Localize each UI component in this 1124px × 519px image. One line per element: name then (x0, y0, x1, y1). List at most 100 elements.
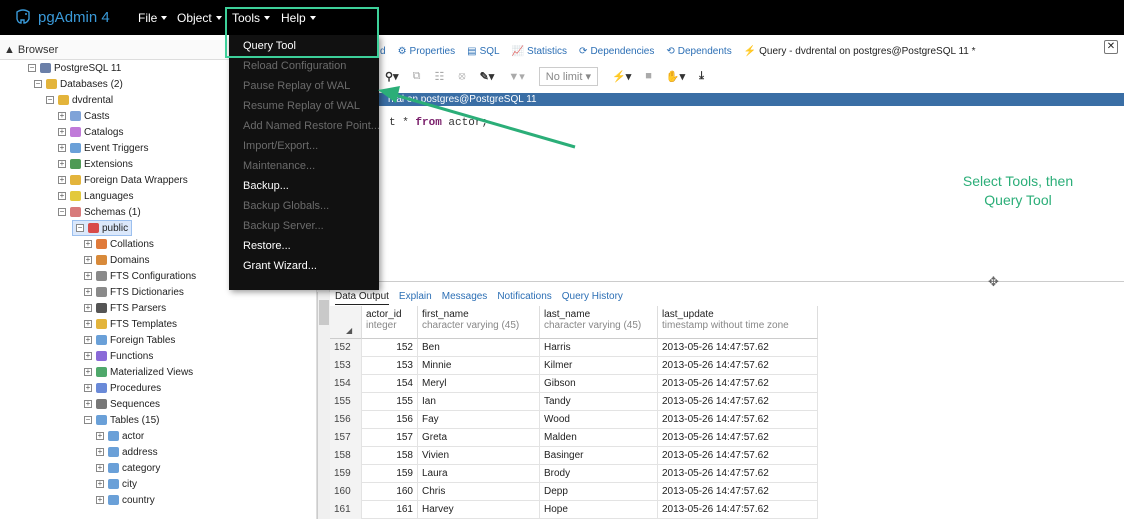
tab-statistics[interactable]: 📈 Statistics (512, 46, 567, 57)
menu-item-backup[interactable]: Backup... (243, 177, 289, 196)
table-cell[interactable]: Tandy (540, 393, 658, 411)
expand-icon[interactable]: + (84, 400, 92, 408)
menu-item-reload-configuration[interactable]: Reload Configuration (243, 57, 346, 76)
table-row[interactable]: 159 159 Laura Brody 2013-05-26 14:47:57.62 (330, 465, 818, 483)
table-row[interactable]: 156 156 Fay Wood 2013-05-26 14:47:57.62 (330, 411, 818, 429)
expand-icon[interactable]: + (84, 240, 92, 248)
menu-item-maintenance[interactable]: Maintenance... (243, 157, 315, 176)
table-row[interactable]: 153 153 Minnie Kilmer 2013-05-26 14:47:57.62 (330, 357, 818, 375)
menu-item-restore[interactable]: Restore... (243, 237, 291, 256)
tree-node-schemas-1[interactable]: − Schemas (1) (58, 204, 141, 220)
table-cell[interactable]: Meryl (418, 375, 540, 393)
row-limit-select[interactable]: No limit ▾ (538, 66, 599, 86)
expand-icon[interactable]: − (34, 80, 42, 88)
grid-scrollbar[interactable] (317, 292, 330, 519)
table-cell[interactable]: 159 (362, 465, 418, 483)
table-cell[interactable]: 156 (362, 411, 418, 429)
column-header-last_update[interactable]: last_update timestamp without time zone (658, 306, 818, 339)
table-cell[interactable]: 157 (362, 429, 418, 447)
table-cell[interactable]: 152 (362, 339, 418, 357)
table-cell[interactable]: 2013-05-26 14:47:57.62 (658, 339, 818, 357)
results-tab-notifications[interactable]: Notifications (497, 291, 551, 305)
sql-editor[interactable]: t * from actor; Select Tools, then Query… (330, 106, 1124, 282)
tree-node-public[interactable]: − public (72, 220, 133, 236)
expand-icon[interactable]: + (96, 432, 104, 440)
table-cell[interactable]: Hope (540, 501, 658, 519)
resize-handle-icon[interactable]: ✥ (988, 274, 999, 290)
menu-item-backup-globals[interactable]: Backup Globals... (243, 197, 329, 216)
expand-icon[interactable]: + (84, 272, 92, 280)
table-row[interactable]: 161 161 Harvey Hope 2013-05-26 14:47:57.62 (330, 501, 818, 519)
expand-icon[interactable]: + (58, 176, 66, 184)
sort-icon[interactable]: ◢ (346, 325, 352, 336)
menu-file[interactable]: File (138, 11, 168, 25)
table-cell[interactable]: 2013-05-26 14:47:57.62 (658, 501, 818, 519)
tab-query[interactable]: ⚡ Query - dvdrental on postgres@PostgreSQ… (744, 46, 976, 57)
table-cell[interactable]: 2013-05-26 14:47:57.62 (658, 447, 818, 465)
table-cell[interactable]: Laura (418, 465, 540, 483)
table-cell[interactable]: 2013-05-26 14:47:57.62 (658, 411, 818, 429)
tree-node-fts-templates[interactable]: + FTS Templates (84, 316, 177, 332)
expand-icon[interactable]: + (96, 448, 104, 456)
table-cell[interactable]: Ian (418, 393, 540, 411)
expand-icon[interactable]: + (84, 352, 92, 360)
expand-icon[interactable]: − (46, 96, 54, 104)
tree-node-city[interactable]: + city (96, 476, 137, 492)
expand-icon[interactable]: + (58, 128, 66, 136)
sql-text[interactable]: t * from actor; (389, 117, 488, 129)
tree-node-event-triggers[interactable]: + Event Triggers (58, 140, 148, 156)
results-tab-explain[interactable]: Explain (399, 291, 432, 305)
close-icon[interactable]: ✕ (1104, 40, 1118, 54)
table-cell[interactable]: Greta (418, 429, 540, 447)
tree-node-procedures[interactable]: + Procedures (84, 380, 161, 396)
table-cell[interactable]: 155 (362, 393, 418, 411)
table-cell[interactable]: Depp (540, 483, 658, 501)
results-tab-data-output[interactable]: Data Output (335, 291, 389, 305)
menu-item-pause-replay-of-wal[interactable]: Pause Replay of WAL (243, 77, 350, 96)
table-cell[interactable]: Chris (418, 483, 540, 501)
paste-icon[interactable]: ☷ (434, 70, 444, 83)
tree-node-languages[interactable]: + Languages (58, 188, 134, 204)
tree-node-extensions[interactable]: + Extensions (58, 156, 133, 172)
expand-icon[interactable]: + (84, 384, 92, 392)
expand-icon[interactable]: − (28, 64, 36, 72)
tab-d[interactable]: d (380, 46, 386, 57)
table-row[interactable]: 154 154 Meryl Gibson 2013-05-26 14:47:57.62 (330, 375, 818, 393)
expand-icon[interactable]: + (84, 320, 92, 328)
table-row[interactable]: 155 155 Ian Tandy 2013-05-26 14:47:57.62 (330, 393, 818, 411)
menu-object[interactable]: Object (177, 11, 222, 25)
menu-item-import-export[interactable]: Import/Export... (243, 137, 318, 156)
tree-node-sequences[interactable]: + Sequences (84, 396, 160, 412)
table-cell[interactable]: 2013-05-26 14:47:57.62 (658, 393, 818, 411)
expand-icon[interactable]: + (58, 160, 66, 168)
table-cell[interactable]: 2013-05-26 14:47:57.62 (658, 375, 818, 393)
menu-item-grant-wizard[interactable]: Grant Wizard... (243, 257, 317, 276)
table-cell[interactable]: 2013-05-26 14:47:57.62 (658, 465, 818, 483)
tree-node-address[interactable]: + address (96, 444, 158, 460)
expand-icon[interactable]: + (84, 304, 92, 312)
expand-icon[interactable]: + (84, 368, 92, 376)
tree-node-tables-15[interactable]: − Tables (15) (84, 412, 159, 428)
menu-item-add-named-restore-point[interactable]: Add Named Restore Point... (243, 117, 380, 136)
expand-icon[interactable]: + (84, 336, 92, 344)
tree-node-domains[interactable]: + Domains (84, 252, 149, 268)
table-cell[interactable]: 161 (362, 501, 418, 519)
tab-sql[interactable]: ▤ SQL (467, 46, 499, 57)
tree-node-category[interactable]: + category (96, 460, 160, 476)
table-cell[interactable]: Minnie (418, 357, 540, 375)
table-cell[interactable]: 153 (362, 357, 418, 375)
tab-properties[interactable]: ⚙ Properties (398, 46, 456, 57)
table-row[interactable]: 152 152 Ben Harris 2013-05-26 14:47:57.62 (330, 339, 818, 357)
expand-icon[interactable]: + (58, 192, 66, 200)
table-cell[interactable]: Kilmer (540, 357, 658, 375)
download-icon[interactable]: ⤓ (699, 70, 704, 83)
expand-icon[interactable]: + (58, 112, 66, 120)
execute-icon[interactable]: ⚡▾ (612, 70, 631, 83)
table-cell[interactable]: 2013-05-26 14:47:57.62 (658, 429, 818, 447)
tree-node-fts-parsers[interactable]: + FTS Parsers (84, 300, 166, 316)
table-cell[interactable]: Malden (540, 429, 658, 447)
column-header-first_name[interactable]: first_name character varying (45) (418, 306, 540, 339)
tree-node-country[interactable]: + country (96, 492, 155, 508)
table-cell[interactable]: Harvey (418, 501, 540, 519)
tree-node-foreign-tables[interactable]: + Foreign Tables (84, 332, 175, 348)
